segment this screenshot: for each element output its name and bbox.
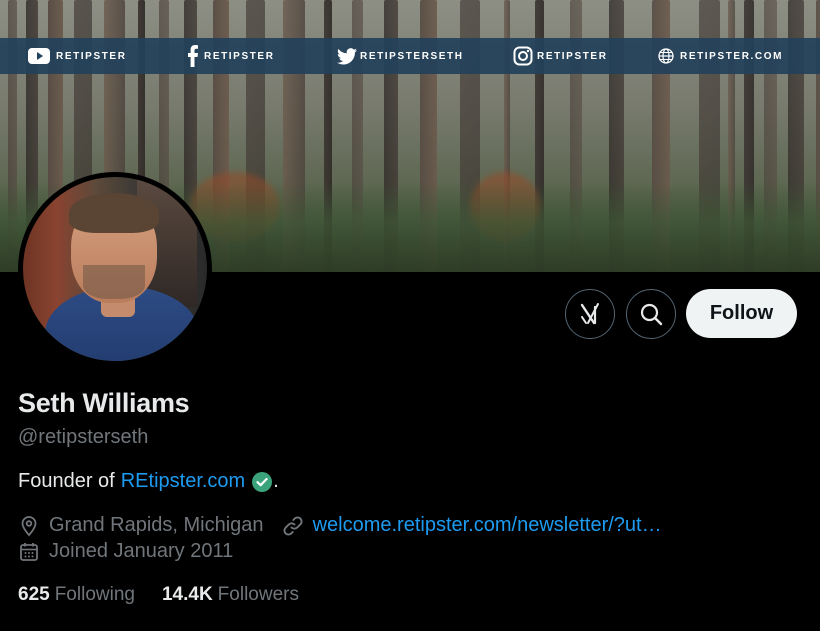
globe-icon [658,48,674,64]
search-profile-button[interactable] [626,289,676,339]
profile-avatar[interactable] [18,172,212,366]
profile-handle: @retipsterseth [18,426,149,448]
banner-instagram-label: RETIPSTER [537,50,608,62]
profile-stats: 625 Following 14.4K Followers [18,584,299,606]
banner-youtube: RETIPSTER [28,48,127,64]
banner-instagram: RETIPSTER [513,46,608,66]
grok-icon [577,301,603,327]
instagram-icon [513,46,533,66]
bio-prefix: Founder of [18,470,115,492]
bio-link[interactable]: REtipster.com [121,470,245,493]
followers-label: Followers [217,584,299,605]
banner-website: RETIPSTER.COM [658,48,783,64]
profile-bio: Founder of REtipster.com . [18,470,279,493]
avatar-photo [23,177,207,361]
followers-stat[interactable]: 14.4K Followers [162,584,299,606]
banner-facebook: RETIPSTER [188,45,275,67]
bio-suffix: . [273,470,279,492]
grok-button[interactable] [565,289,615,339]
profile-joined-row: Joined January 2011 [18,540,233,563]
verified-check-icon [251,471,273,493]
link-icon [282,515,304,537]
banner-youtube-label: RETIPSTER [56,50,127,62]
location-pin-icon [18,515,40,537]
twitter-icon [337,47,357,65]
follow-button[interactable]: Follow [686,289,797,338]
profile-website-link[interactable]: welcome.retipster.com/newsletter/?ut… [313,514,662,537]
following-label: Following [54,584,135,605]
facebook-icon [188,45,198,67]
banner-twitter-label: RETIPSTERSETH [360,50,464,62]
banner-website-label: RETIPSTER.COM [680,50,784,62]
search-icon [639,302,663,326]
following-stat[interactable]: 625 Following [18,584,135,606]
banner-twitter: RETIPSTERSETH [337,47,464,65]
following-count: 625 [18,584,50,605]
calendar-icon [18,541,40,563]
profile-joined: Joined January 2011 [49,540,234,562]
profile-name: Seth Williams [18,388,190,418]
banner-facebook-label: RETIPSTER [204,50,275,62]
banner-social-bar: RETIPSTER RETIPSTER RETIPSTERSETH RETIPS… [0,38,820,74]
youtube-icon [28,48,50,64]
profile-meta-row: Grand Rapids, Michigan welcome.retipster… [18,514,662,537]
followers-count: 14.4K [161,584,213,605]
profile-location: Grand Rapids, Michigan [49,514,264,536]
